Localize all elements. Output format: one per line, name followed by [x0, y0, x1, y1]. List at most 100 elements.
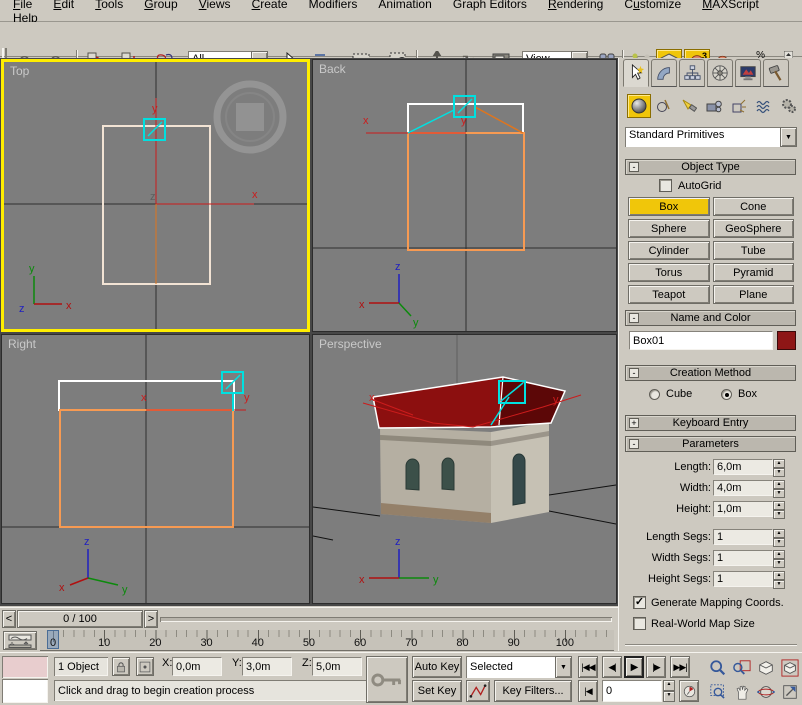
- height-spinner[interactable]: ▲▼: [773, 501, 785, 517]
- rollout-parameters[interactable]: - Parameters: [625, 436, 796, 452]
- go-to-end-button[interactable]: ▶▶|: [670, 656, 690, 678]
- selection-lock-toggle[interactable]: [112, 657, 130, 676]
- rollout-creation-method[interactable]: - Creation Method: [625, 365, 796, 381]
- tab-hierarchy[interactable]: [679, 59, 705, 87]
- height-segs-spinner[interactable]: ▲▼: [773, 571, 785, 587]
- object-color-swatch[interactable]: [777, 331, 796, 350]
- length-segs-spinner[interactable]: ▲▼: [773, 529, 785, 545]
- menu-item[interactable]: Animation: [369, 0, 440, 11]
- play-button[interactable]: ▶: [624, 656, 644, 678]
- time-configuration-button[interactable]: [679, 680, 699, 702]
- viewport-back[interactable]: Back x y z x y: [312, 59, 617, 332]
- menu-item[interactable]: Group: [135, 0, 186, 11]
- maxscript-mini-listener-script[interactable]: [2, 679, 48, 703]
- y-coord-field[interactable]: 3,0m: [242, 657, 292, 676]
- menu-item[interactable]: Customize: [615, 0, 690, 11]
- tab-modify[interactable]: [651, 59, 677, 87]
- x-coord-field[interactable]: 0,0m: [172, 657, 222, 676]
- zoom-all-button[interactable]: [730, 656, 753, 679]
- object-type-button[interactable]: Cylinder: [628, 241, 710, 260]
- next-frame-button[interactable]: |▶: [646, 656, 666, 678]
- tab-utilities[interactable]: [763, 59, 789, 87]
- width-segs-field[interactable]: 1: [713, 550, 773, 566]
- length-spinner[interactable]: ▲▼: [773, 459, 785, 475]
- current-frame-field[interactable]: 0: [602, 680, 662, 702]
- object-type-button[interactable]: Teapot: [628, 285, 710, 304]
- rollout-keyboard-entry[interactable]: + Keyboard Entry: [625, 415, 796, 431]
- width-field[interactable]: 4,0m: [713, 480, 773, 496]
- category-shapes-button[interactable]: [652, 94, 676, 118]
- frame-spinner[interactable]: ▲▼: [663, 680, 675, 702]
- rollout-name-and-color[interactable]: - Name and Color: [625, 310, 796, 326]
- expand-icon[interactable]: +: [629, 418, 639, 428]
- menu-item[interactable]: Create: [243, 0, 297, 11]
- maxscript-mini-listener-macro[interactable]: [2, 656, 48, 678]
- zoom-extents-all-button[interactable]: [778, 656, 801, 679]
- object-type-button[interactable]: Plane: [713, 285, 795, 304]
- rollout-object-type[interactable]: - Object Type: [625, 159, 796, 175]
- tab-create[interactable]: [623, 59, 649, 87]
- collapse-icon[interactable]: -: [629, 368, 639, 378]
- autogrid-checkbox[interactable]: [659, 179, 672, 192]
- width-spinner[interactable]: ▲▼: [773, 480, 785, 496]
- time-slider-prev-button[interactable]: <: [2, 610, 16, 628]
- previous-frame-button[interactable]: ◀|: [602, 656, 622, 678]
- object-type-button[interactable]: Sphere: [628, 219, 710, 238]
- go-to-start-button[interactable]: |◀◀: [578, 656, 598, 678]
- object-type-button[interactable]: Cone: [713, 197, 795, 216]
- object-type-button[interactable]: Pyramid: [713, 263, 795, 282]
- dropdown-arrow-icon[interactable]: ▼: [780, 127, 797, 147]
- tab-motion[interactable]: [707, 59, 733, 87]
- menu-item[interactable]: Rendering: [539, 0, 612, 11]
- zoom-region-button[interactable]: [706, 680, 729, 703]
- viewport-top[interactable]: Top y x z y x: [1, 59, 310, 332]
- time-slider-track[interactable]: [160, 617, 612, 622]
- object-name-field[interactable]: Box01: [629, 331, 773, 350]
- width-segs-spinner[interactable]: ▲▼: [773, 550, 785, 566]
- viewport-perspective-label[interactable]: Perspective: [319, 337, 382, 351]
- auto-key-button[interactable]: Auto Key: [412, 656, 462, 678]
- menu-item[interactable]: File: [4, 0, 41, 11]
- collapse-icon[interactable]: -: [629, 313, 639, 323]
- key-filter-scope-dropdown[interactable]: Selected ▼: [466, 656, 572, 678]
- primitive-category-dropdown[interactable]: Standard Primitives ▼: [625, 127, 797, 147]
- collapse-icon[interactable]: -: [629, 439, 639, 449]
- category-helpers-button[interactable]: [727, 94, 751, 118]
- radio-cube[interactable]: [649, 389, 660, 400]
- object-type-button[interactable]: Torus: [628, 263, 710, 282]
- maximize-viewport-toggle-button[interactable]: [778, 680, 801, 703]
- time-slider-next-button[interactable]: >: [144, 610, 158, 628]
- object-type-button[interactable]: Box: [628, 197, 710, 216]
- generate-mapping-coords-checkbox[interactable]: ✓: [633, 596, 646, 609]
- menu-item[interactable]: MAXScript: [693, 0, 768, 11]
- object-type-button[interactable]: GeoSphere: [713, 219, 795, 238]
- viewport-back-label[interactable]: Back: [319, 62, 346, 76]
- height-segs-field[interactable]: 1: [713, 571, 773, 587]
- menu-item[interactable]: Graph Editors: [444, 0, 536, 11]
- zoom-extents-button[interactable]: [754, 656, 777, 679]
- dropdown-arrow-icon[interactable]: ▼: [555, 656, 572, 678]
- absolute-mode-transform-toggle[interactable]: [136, 657, 154, 676]
- category-systems-button[interactable]: [777, 94, 801, 118]
- time-slider-handle[interactable]: 0 / 100: [17, 610, 143, 628]
- real-world-map-size-checkbox[interactable]: [633, 617, 646, 630]
- zoom-button[interactable]: [706, 656, 729, 679]
- category-spacewarps-button[interactable]: [752, 94, 776, 118]
- arc-rotate-button[interactable]: [754, 680, 777, 703]
- length-field[interactable]: 6,0m: [713, 459, 773, 475]
- length-segs-field[interactable]: 1: [713, 529, 773, 545]
- menu-item[interactable]: Modifiers: [300, 0, 367, 11]
- menu-item[interactable]: Views: [190, 0, 240, 11]
- category-geometry-button[interactable]: [627, 94, 651, 118]
- category-cameras-button[interactable]: [702, 94, 726, 118]
- menu-item[interactable]: Tools: [86, 0, 132, 11]
- creation-method-cube[interactable]: Cube: [649, 388, 692, 400]
- key-mode-toggle-button[interactable]: |◀: [578, 680, 598, 702]
- radio-box[interactable]: [721, 389, 732, 400]
- object-type-button[interactable]: Tube: [713, 241, 795, 260]
- set-keys-button[interactable]: [366, 656, 408, 703]
- key-filters-button[interactable]: Key Filters...: [494, 680, 572, 702]
- z-coord-field[interactable]: 5,0m: [312, 657, 362, 676]
- viewport-perspective[interactable]: Perspective: [312, 334, 617, 604]
- menu-item[interactable]: Edit: [44, 0, 83, 11]
